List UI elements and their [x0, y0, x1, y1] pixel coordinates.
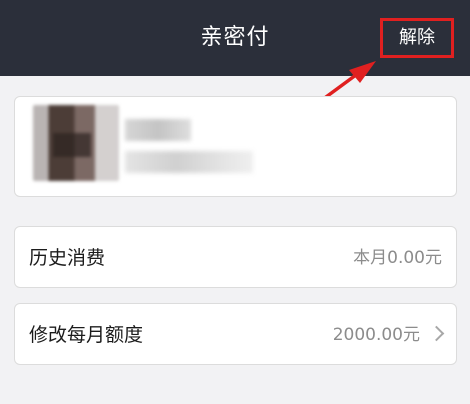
history-spending-value: 本月0.00元 — [353, 248, 442, 268]
app-header: 亲密付 解除 — [0, 0, 470, 76]
blurred-nickname — [125, 119, 191, 141]
monthly-limit-label: 修改每月额度 — [29, 324, 144, 346]
monthly-limit-value: 2000.00元 — [332, 325, 420, 345]
history-spending-label: 历史消费 — [29, 247, 106, 269]
avatar — [33, 105, 119, 181]
history-spending-row[interactable]: 历史消费 本月0.00元 — [14, 226, 457, 288]
remove-button[interactable]: 解除 — [380, 18, 454, 58]
blurred-account — [125, 151, 253, 173]
monthly-limit-row[interactable]: 修改每月额度 2000.00元 — [14, 303, 457, 365]
chevron-right-icon — [428, 325, 445, 342]
profile-card — [14, 96, 457, 197]
